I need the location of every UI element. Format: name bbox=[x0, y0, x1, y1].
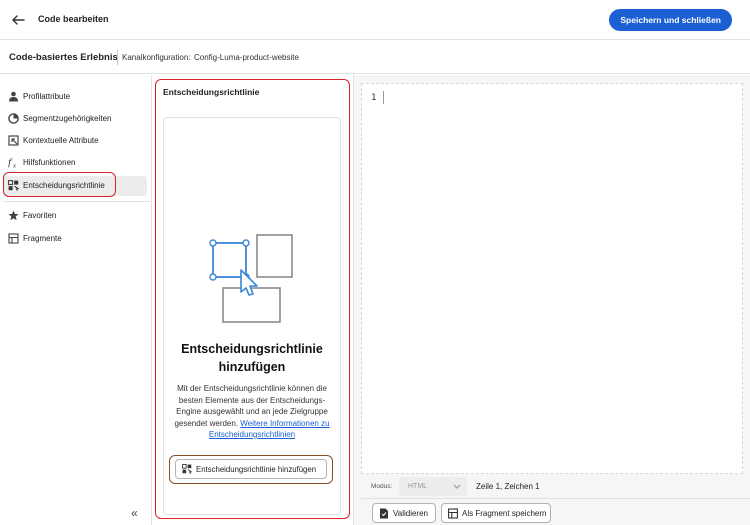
line-number: 1 bbox=[371, 93, 377, 103]
sidebar-item-favorites[interactable]: Favoriten bbox=[3, 206, 147, 226]
validate-button[interactable]: Validieren bbox=[372, 503, 436, 523]
mode-value: HTML bbox=[408, 482, 428, 490]
mode-label: Modus: bbox=[371, 483, 393, 490]
sidebar-item-label: Fragmente bbox=[23, 234, 62, 243]
save-and-close-button[interactable]: Speichern und schließen bbox=[609, 9, 732, 31]
text-caret bbox=[383, 91, 384, 104]
fragment-icon bbox=[448, 508, 458, 519]
document-check-icon bbox=[380, 508, 388, 519]
back-arrow-icon[interactable] bbox=[10, 12, 26, 28]
page-title: Code bearbeiten bbox=[38, 14, 109, 24]
decision-illustration-icon bbox=[209, 234, 293, 323]
empty-state-heading: Entscheidungsrichtlinie hinzufügen bbox=[181, 342, 323, 374]
highlight-outline bbox=[3, 172, 116, 197]
sidebar-item-label: Hilfsfunktionen bbox=[23, 158, 76, 167]
sidebar-item-fragments[interactable]: Fragmente bbox=[3, 229, 147, 249]
button-label: Validieren bbox=[393, 509, 428, 518]
cursor-position: Zeile 1, Zeichen 1 bbox=[476, 482, 540, 491]
panel-title: Entscheidungsrichtlinie bbox=[163, 87, 260, 97]
sidebar-item-segment-memberships[interactable]: Segmentzugehörigkeiten bbox=[3, 109, 147, 129]
mode-select[interactable]: HTML bbox=[399, 477, 467, 496]
person-icon bbox=[9, 91, 18, 102]
divider bbox=[117, 50, 118, 65]
chevron-down-icon bbox=[453, 484, 461, 489]
top-bar: Code bearbeiten Speichern und schließen bbox=[0, 0, 750, 40]
code-editor[interactable] bbox=[361, 83, 743, 474]
button-label: Als Fragment speichern bbox=[462, 509, 547, 518]
function-icon: f x bbox=[8, 159, 16, 169]
sidebar-item-label: Favoriten bbox=[23, 211, 57, 220]
sidebar-item-profile-attributes[interactable]: Profilattribute bbox=[3, 87, 147, 107]
save-as-fragment-button[interactable]: Als Fragment speichern bbox=[441, 503, 551, 523]
collapse-sidebar-icon[interactable]: « bbox=[131, 506, 138, 520]
sidebar-divider bbox=[3, 201, 150, 202]
segment-icon bbox=[8, 113, 19, 124]
sidebar-item-label: Segmentzugehörigkeiten bbox=[23, 114, 112, 123]
channel-config-value: Config-Luma-product-website bbox=[194, 52, 299, 62]
divider bbox=[361, 498, 750, 499]
svg-text:x: x bbox=[13, 164, 16, 169]
star-icon bbox=[8, 210, 19, 221]
experience-title: Code-basiertes Erlebnis bbox=[9, 52, 118, 63]
channel-config-label: Kanalkonfiguration: bbox=[122, 52, 191, 62]
experience-bar: Code-basiertes Erlebnis Kanalkonfigurati… bbox=[0, 40, 750, 74]
sidebar-item-label: Kontextuelle Attribute bbox=[23, 136, 99, 145]
sidebar-item-helper-functions[interactable]: f x Hilfsfunktionen bbox=[3, 153, 147, 173]
sidebar-item-contextual-attributes[interactable]: Kontextuelle Attribute bbox=[3, 131, 147, 151]
fragment-icon bbox=[8, 233, 19, 244]
sidebar-item-label: Profilattribute bbox=[23, 92, 71, 101]
context-icon bbox=[8, 135, 19, 146]
empty-state-description: Mit der Entscheidungsrichtlinie können d… bbox=[170, 383, 334, 441]
highlight-outline bbox=[169, 455, 333, 484]
